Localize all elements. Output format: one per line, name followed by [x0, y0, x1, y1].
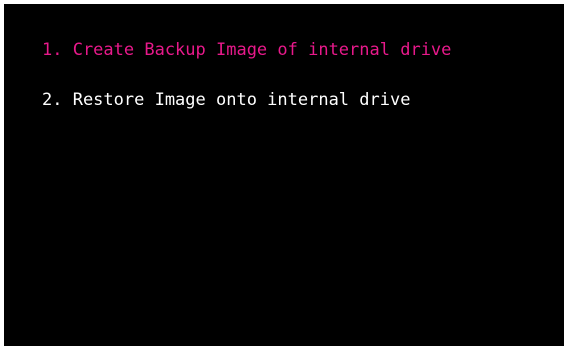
menu-item-restore-image[interactable]: 2. Restore Image onto internal drive: [42, 88, 451, 112]
menu-item-create-backup[interactable]: 1. Create Backup Image of internal drive: [42, 38, 451, 62]
boot-menu: 1. Create Backup Image of internal drive…: [42, 38, 451, 138]
boot-menu-screen: 1. Create Backup Image of internal drive…: [4, 4, 564, 346]
